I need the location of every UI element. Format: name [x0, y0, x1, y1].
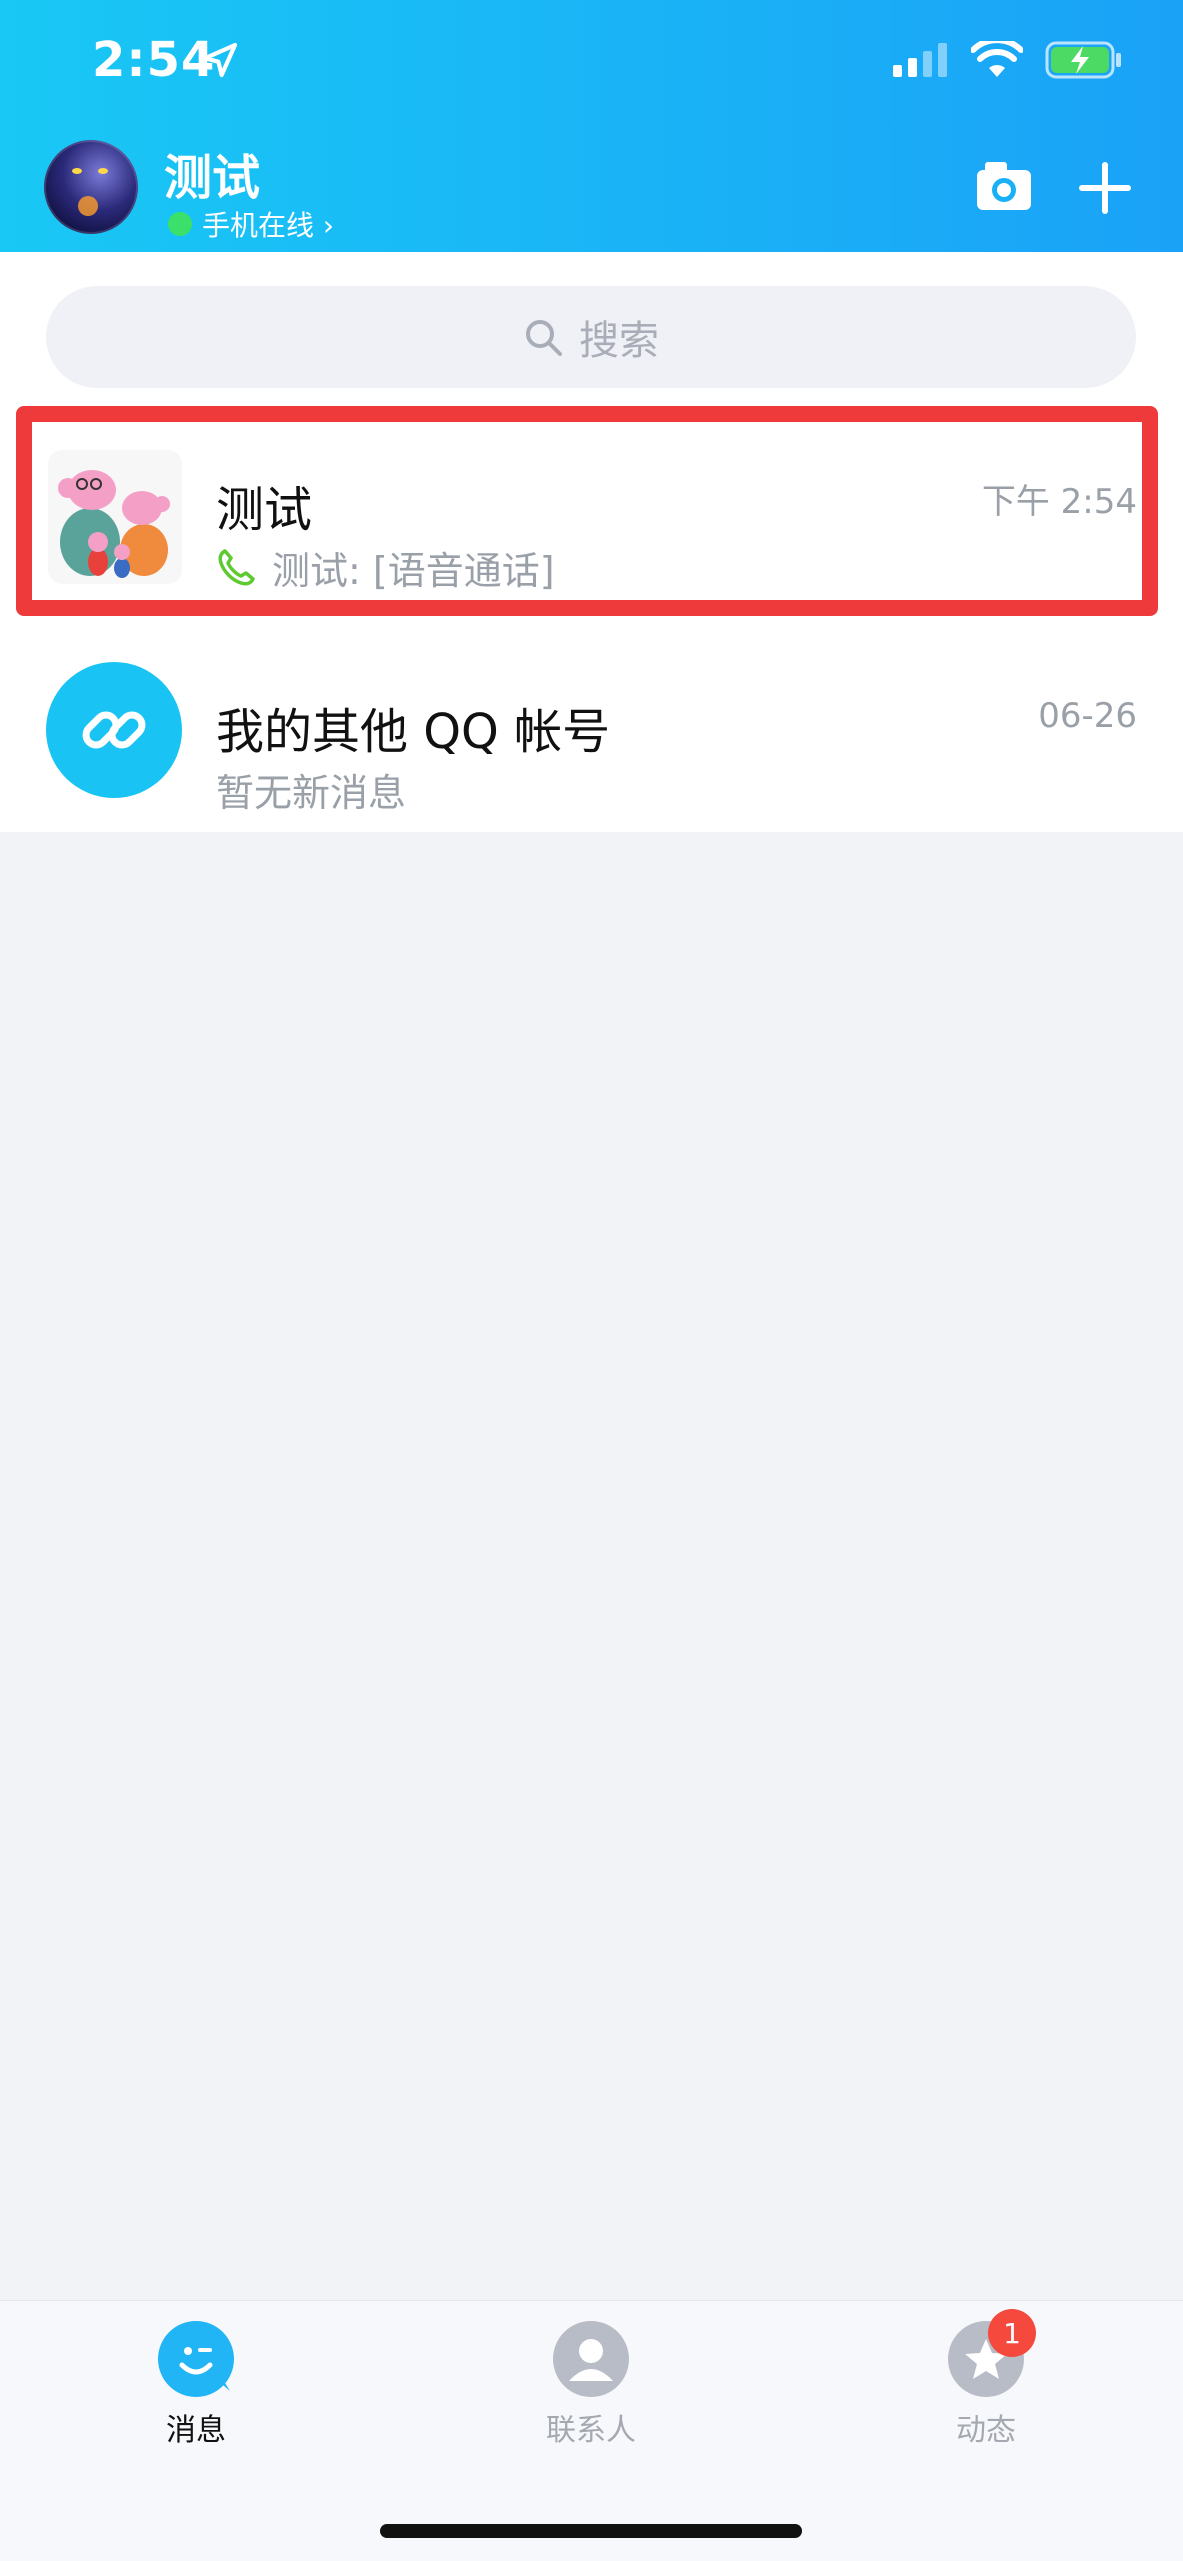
battery-charging-icon [1045, 41, 1121, 79]
add-plus-icon[interactable] [1077, 160, 1133, 216]
status-icons [893, 40, 1123, 80]
profile-avatar[interactable] [44, 140, 138, 234]
conversation-preview-row: 暂无新消息 [216, 762, 406, 817]
online-status[interactable]: 手机在线 › [168, 204, 334, 244]
conversation-time: 06-26 [1038, 696, 1137, 736]
link-icon[interactable] [46, 662, 182, 798]
search-bar[interactable]: 搜索 [46, 286, 1136, 388]
messages-icon [158, 2321, 234, 2397]
contacts-icon [553, 2321, 629, 2397]
home-indicator[interactable] [380, 2524, 802, 2538]
tab-feed-label: 动态 [956, 2413, 1016, 2448]
feed-star-icon: 1 [948, 2309, 1036, 2397]
tab-contacts-label: 联系人 [546, 2413, 636, 2448]
tab-feed[interactable]: 1 动态 [886, 2309, 1086, 2449]
online-dot-icon [168, 212, 192, 236]
tab-messages-label: 消息 [166, 2413, 226, 2448]
search-placeholder: 搜索 [579, 318, 659, 364]
highlight-box [16, 406, 1158, 616]
tab-contacts[interactable]: 联系人 [491, 2321, 691, 2449]
location-arrow-icon [202, 42, 238, 78]
wifi-icon [971, 41, 1023, 77]
tab-messages[interactable]: 消息 [96, 2321, 296, 2449]
profile-name[interactable]: 测试 [164, 138, 260, 208]
camera-icon[interactable] [975, 158, 1033, 214]
status-time: 2:54 [92, 32, 216, 88]
online-status-label: 手机在线 › [202, 209, 335, 242]
search-icon [526, 320, 562, 356]
conversation-title: 我的其他 QQ 帐号 [216, 704, 611, 760]
feed-badge: 1 [988, 2309, 1036, 2357]
conversation-preview: 暂无新消息 [216, 771, 407, 815]
signal-icon [893, 43, 947, 77]
header: 2:54 测试 手机在线 › [0, 0, 1183, 252]
bottom-tab-bar: 消息 联系人 1 动态 [0, 2300, 1183, 2561]
